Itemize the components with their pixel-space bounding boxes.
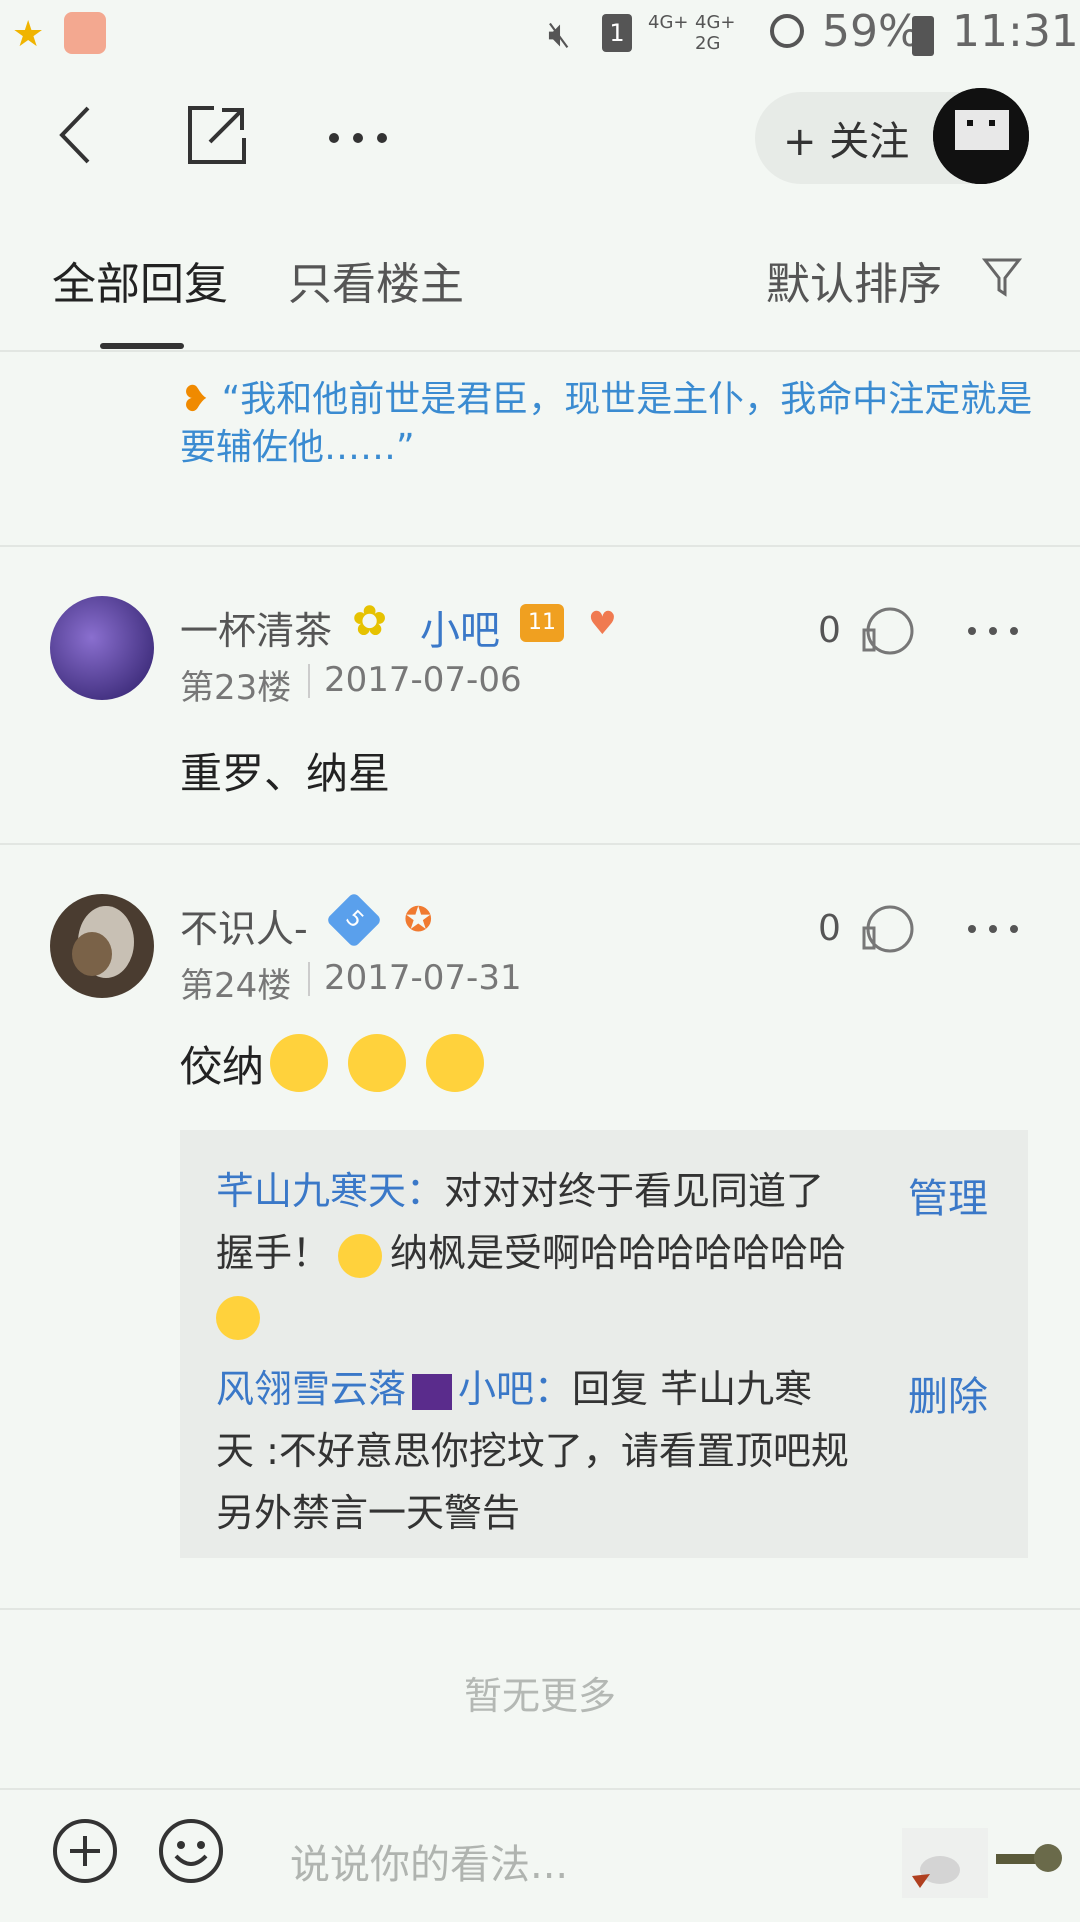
floor-number: 第23楼 [180, 668, 292, 708]
more-icon [329, 133, 387, 143]
tab-all-replies[interactable]: 全部回复 [52, 248, 228, 312]
sim1-icon: 1 [602, 14, 632, 52]
no-more-label: 暂无更多 [463, 1674, 616, 1718]
quote-content: “我和他前世是君臣，现世是主仆，我命中注定就是要辅佐他……” [180, 379, 1033, 468]
filter-icon[interactable] [981, 256, 1023, 300]
like-button[interactable] [858, 604, 916, 658]
floor-number: 第24楼 [180, 966, 292, 1006]
laugh-emoji-icon [338, 1233, 383, 1278]
game-app-icon [64, 12, 106, 54]
sub-reply[interactable]: 芊山九寒天：对对对终于看见同道了 握手！ 纳枫是受啊哈哈哈哈哈哈哈 [216, 1160, 876, 1346]
comment-input[interactable]: 说说你的看法... [290, 1832, 568, 1890]
forum-avatar-image [933, 88, 1029, 184]
post-divider [0, 1608, 1080, 1610]
reply-text-line2: 天 :不好意思你挖坟了，请看置顶吧规 [216, 1429, 849, 1473]
like-button[interactable] [858, 902, 916, 956]
manage-link[interactable]: 管理 [908, 1166, 988, 1224]
flower-icon: ✿ [352, 596, 388, 645]
share-button[interactable] [186, 104, 248, 166]
back-icon [59, 106, 90, 164]
role-label: 小吧 [420, 608, 500, 654]
more-icon [968, 925, 1018, 933]
username[interactable]: 一杯清茶 [180, 600, 332, 655]
post-divider [0, 545, 1080, 547]
level-badge: 5 [325, 891, 383, 949]
reply-text-line1: 回复 芊山九寒 [572, 1367, 813, 1411]
tabs-divider [0, 350, 1080, 352]
smile-icon [159, 1819, 223, 1883]
flame-icon: ❥ [180, 379, 211, 420]
avatar[interactable] [50, 596, 154, 700]
active-tab-indicator [100, 343, 184, 349]
gamepad-icon: ✪ [404, 900, 433, 940]
forum-avatar[interactable] [933, 88, 1029, 184]
post-more-button[interactable] [966, 616, 1020, 646]
reply-text-line2: 握手！ [216, 1231, 331, 1275]
sticker-image [902, 1828, 1062, 1898]
mute-icon: 🔇︎ [548, 14, 571, 55]
reply-author[interactable]: 芊山九寒天： [216, 1169, 444, 1213]
share-icon [188, 106, 246, 164]
sub-reply[interactable]: 风翎雪云落 小吧：回复 芊山九寒 天 :不好意思你挖坟了，请看置顶吧规 另外禁言一… [216, 1358, 896, 1544]
post-text: 佼纳 [180, 1041, 265, 1091]
reply-text-line3: 纳枫是受啊哈哈哈哈哈哈哈 [390, 1231, 847, 1275]
sticker-decoration [900, 1818, 1080, 1902]
reply-text-line1: 对对对终于看见同道了 [444, 1169, 825, 1213]
reply-text-line3: 另外禁言一天警告 [216, 1491, 521, 1535]
like-count: 0 [818, 908, 841, 949]
more-icon [968, 627, 1018, 635]
plus-circle-icon [53, 1819, 117, 1883]
network-label-2: 4G+ 2G [695, 12, 736, 54]
clock: 11:31 [952, 6, 1079, 57]
battery-icon [912, 16, 934, 56]
sort-button[interactable]: 默认排序 [766, 248, 942, 312]
lungs-icon: ♥ [588, 604, 617, 642]
add-button[interactable] [52, 1818, 118, 1884]
star-app-icon: ★ [12, 14, 45, 55]
post-more-button[interactable] [966, 914, 1020, 944]
emoji-button[interactable] [158, 1818, 224, 1884]
delete-link[interactable]: 删除 [908, 1364, 988, 1422]
post-divider [0, 843, 1080, 845]
username[interactable]: 不识人- [180, 898, 308, 953]
smile-emoji-icon [426, 1034, 485, 1092]
tab-op-only[interactable]: 只看楼主 [288, 248, 464, 312]
status-bar: ★ 🔇︎ 1 4G+ 4G+ 2G 59% 11:31 [0, 0, 1080, 70]
like-count: 0 [818, 610, 841, 651]
follow-label: + 关注 [783, 119, 910, 165]
post-date: 2017-07-06 [324, 660, 522, 700]
level-badge: 11 [520, 604, 564, 642]
quoted-text[interactable]: ❥ “我和他前世是君臣，现世是主仆，我命中注定就是要辅佐他……” [180, 376, 1040, 472]
smile-emoji-icon [348, 1034, 407, 1092]
network-label-1: 4G+ [648, 12, 689, 33]
more-menu-button[interactable] [326, 118, 390, 158]
thumbs-up-icon [862, 905, 914, 953]
back-button[interactable] [50, 100, 110, 170]
post-content: 重罗、纳星 [180, 749, 391, 798]
thumbs-up-icon [862, 607, 914, 655]
post-date: 2017-07-31 [324, 958, 522, 998]
battery-percent: 59% [822, 6, 920, 57]
post-content: 佼纳 [180, 1028, 485, 1098]
meta-separator [308, 962, 310, 996]
galaxy-icon [412, 1373, 453, 1410]
meta-separator [308, 664, 310, 698]
smile-emoji-icon [216, 1295, 260, 1340]
smile-emoji-icon [270, 1034, 329, 1092]
reply-role: 小吧： [458, 1367, 573, 1411]
reply-author[interactable]: 风翎雪云落 [216, 1367, 406, 1411]
avatar[interactable] [50, 894, 154, 998]
no-disturb-icon [770, 14, 804, 48]
